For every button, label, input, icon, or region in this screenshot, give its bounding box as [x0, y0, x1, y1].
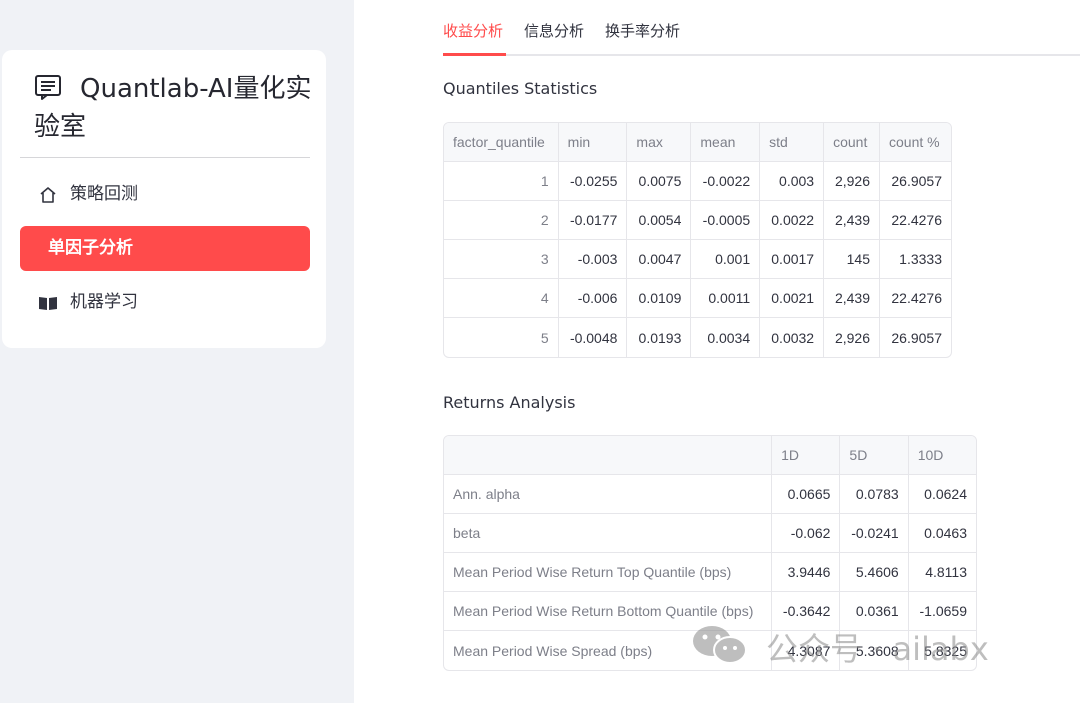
table-cell: -0.0005 [691, 201, 761, 240]
row-label: beta [444, 514, 773, 553]
active-tab-indicator [443, 53, 506, 56]
table-cell: 0.0665 [772, 475, 841, 514]
table-cell: 0.0075 [627, 162, 692, 201]
table-row: 3 -0.003 0.0047 0.001 0.0017 145 1.3333 [444, 240, 951, 279]
column-header[interactable]: mean [691, 123, 761, 162]
column-header[interactable]: 10D [908, 436, 976, 475]
table-cell: 0.0047 [627, 240, 692, 279]
table-cell: 1.3333 [880, 240, 951, 279]
table-cell: 26.9057 [880, 162, 951, 201]
tab-information-analysis[interactable]: 信息分析 [524, 20, 584, 54]
table-cell: 2,439 [824, 279, 880, 318]
app-title-text: Quantlab-AI量化实验室 [34, 74, 312, 142]
column-header[interactable]: 1D [772, 436, 841, 475]
tab-bar: 收益分析 信息分析 换手率分析 [443, 0, 1080, 56]
table-cell: -0.003 [558, 240, 628, 279]
table-cell: 1 [444, 162, 559, 201]
table-cell: 0.0022 [760, 201, 825, 240]
table-cell: 2,439 [824, 201, 880, 240]
watermark: 公众号 · ailabx [690, 622, 989, 668]
table-cell: 0.0054 [627, 201, 692, 240]
table-cell: -0.0255 [558, 162, 628, 201]
table-cell: 0.0109 [627, 279, 692, 318]
row-label: Mean Period Wise Return Top Quantile (bp… [444, 553, 773, 592]
column-header[interactable]: count % [880, 123, 951, 162]
sidebar-item-backtest[interactable]: 策略回测 [20, 172, 310, 217]
table-cell: 4 [444, 279, 559, 318]
column-header[interactable]: min [558, 123, 628, 162]
returns-title: Returns Analysis [443, 393, 576, 412]
quantiles-title: Quantiles Statistics [443, 79, 598, 98]
sidebar-item-machine-learning[interactable]: 机器学习 [20, 280, 310, 325]
sidebar-item-label: 机器学习 [70, 292, 138, 312]
table-cell: 0.0017 [760, 240, 825, 279]
table-cell: 5 [444, 318, 559, 357]
table-row: 2 -0.0177 0.0054 -0.0005 0.0022 2,439 22… [444, 201, 951, 240]
table-cell: 0.0193 [627, 318, 692, 357]
tab-bar-underline [443, 54, 1080, 56]
tab-returns-analysis[interactable]: 收益分析 [443, 20, 503, 54]
column-header[interactable]: std [760, 123, 825, 162]
table-cell: 3.9446 [772, 553, 841, 592]
sidebar-item-single-factor[interactable]: 单因子分析 [20, 226, 310, 271]
table-row: 1 -0.0255 0.0075 -0.0022 0.003 2,926 26.… [444, 162, 951, 201]
home-icon [40, 187, 56, 203]
table-cell: 2,926 [824, 318, 880, 357]
table-cell: 0.001 [691, 240, 761, 279]
column-header[interactable]: 5D [840, 436, 909, 475]
table-cell: 4.8113 [908, 553, 976, 592]
tab-turnover-analysis[interactable]: 换手率分析 [605, 20, 680, 54]
table-row: 5 -0.0048 0.0193 0.0034 0.0032 2,926 26.… [444, 318, 951, 357]
table-cell: 0.0463 [908, 514, 976, 553]
table-cell: -0.0241 [840, 514, 909, 553]
table-cell: 2,926 [824, 162, 880, 201]
table-row: Mean Period Wise Return Top Quantile (bp… [444, 553, 976, 592]
column-header[interactable]: count [824, 123, 880, 162]
table-cell: 5.4606 [840, 553, 909, 592]
column-header[interactable]: factor_quantile [444, 123, 559, 162]
table-cell: 0.0034 [691, 318, 761, 357]
sidebar-divider [20, 157, 310, 158]
sidebar-item-label: 单因子分析 [48, 238, 133, 258]
table-cell: -0.062 [772, 514, 841, 553]
book-icon [39, 297, 57, 310]
row-label: Ann. alpha [444, 475, 773, 514]
sidebar-menu: Quantlab-AI量化实验室 策略回测 单因子分析 机器学习 [2, 50, 326, 348]
table-cell: -0.0048 [559, 318, 628, 357]
table-cell: -0.0177 [558, 201, 628, 240]
table-cell: 26.9057 [891, 329, 942, 346]
table-cell: 22.4276 [880, 201, 951, 240]
quantiles-table: factor_quantile min max mean std count c… [443, 122, 952, 358]
watermark-text: 公众号 · ailabx [766, 630, 989, 668]
document-icon [35, 75, 61, 100]
table-cell: 22.4276 [880, 279, 951, 318]
table-cell: 145 [824, 240, 880, 279]
table-header-row: factor_quantile min max mean std count c… [444, 123, 951, 162]
table-row: 4 -0.006 0.0109 0.0011 0.0021 2,439 22.4… [444, 279, 951, 318]
table-cell: 0.0021 [760, 279, 825, 318]
table-row: beta -0.062 -0.0241 0.0463 [444, 514, 976, 553]
table-row: Ann. alpha 0.0665 0.0783 0.0624 [444, 475, 976, 514]
table-cell: 0.003 [760, 162, 825, 201]
table-header-row: 1D 5D 10D [444, 436, 976, 475]
table-cell: 0.0032 [760, 318, 825, 357]
table-cell: 2 [444, 201, 559, 240]
sidebar-background: Quantlab-AI量化实验室 策略回测 单因子分析 机器学习 [0, 0, 354, 703]
table-cell: -0.0022 [691, 162, 761, 201]
column-header [444, 436, 773, 475]
sidebar-item-label: 策略回测 [70, 184, 138, 204]
wechat-icon [693, 626, 747, 664]
table-cell: 0.0624 [908, 475, 976, 514]
column-header[interactable]: max [627, 123, 692, 162]
table-cell: 3 [444, 240, 559, 279]
table-cell: 0.0783 [840, 475, 909, 514]
table-cell: 0.0011 [691, 279, 761, 318]
app-title: Quantlab-AI量化实验室 [34, 70, 314, 146]
table-cell: -0.006 [558, 279, 628, 318]
